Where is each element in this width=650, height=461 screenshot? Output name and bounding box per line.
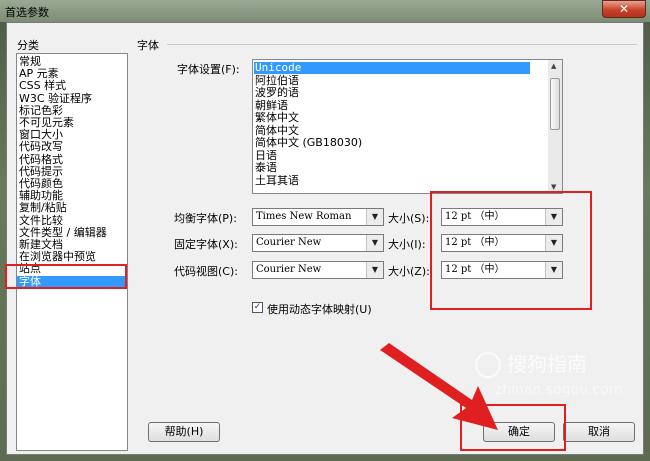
watermark-url: zhinan.sogou.com bbox=[495, 382, 623, 398]
watermark-logo-icon bbox=[475, 352, 501, 378]
watermark: 搜狗指南 zhinan.sogou.com bbox=[475, 350, 640, 410]
watermark-text: 搜狗指南 bbox=[507, 352, 587, 376]
